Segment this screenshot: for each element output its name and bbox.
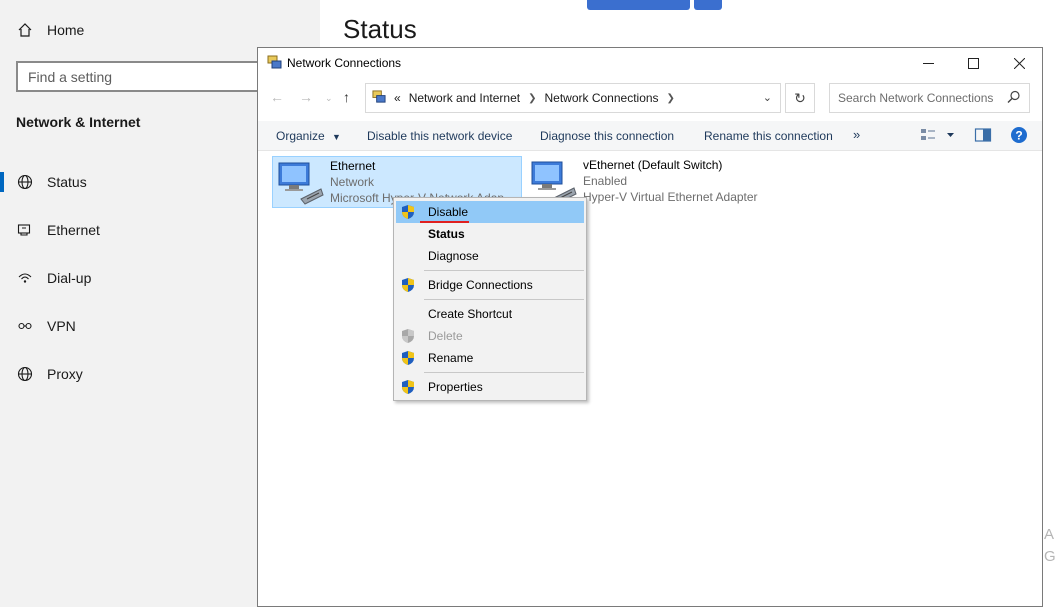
search-icon[interactable] xyxy=(1007,90,1021,107)
chevron-right-icon[interactable]: ❯ xyxy=(528,93,536,104)
menu-separator xyxy=(424,299,584,300)
menu-item-diagnose[interactable]: Diagnose xyxy=(396,245,584,267)
address-box[interactable]: « Network and Internet ❯ Network Connect… xyxy=(365,83,781,113)
rename-connection-button[interactable]: Rename this connection xyxy=(704,129,833,143)
menu-item-bridge-connections[interactable]: Bridge Connections xyxy=(396,274,584,296)
menu-separator xyxy=(424,270,584,271)
nav-item-proxy[interactable]: Proxy xyxy=(0,354,258,394)
home-nav[interactable]: Home xyxy=(16,18,84,42)
connection-status: Network xyxy=(330,175,375,189)
annotation-underline xyxy=(420,221,469,223)
menu-item-label: Disable xyxy=(428,205,469,219)
ethernet-icon xyxy=(16,222,33,239)
disable-device-button[interactable]: Disable this network device xyxy=(367,129,512,143)
menu-item-label: Properties xyxy=(428,380,483,394)
organize-label: Organize xyxy=(276,129,325,143)
uac-shield-icon xyxy=(401,204,415,223)
menu-separator xyxy=(424,372,584,373)
menu-item-label: Delete xyxy=(428,329,463,343)
menu-item-status[interactable]: Status xyxy=(396,223,584,245)
diagnose-connection-button[interactable]: Diagnose this connection xyxy=(540,129,674,143)
context-menu: Disable Status Diagnose Bridge Connectio… xyxy=(393,197,587,401)
home-label: Home xyxy=(47,22,85,38)
top-button-partial-2[interactable] xyxy=(694,0,722,10)
globe-icon xyxy=(16,174,33,191)
search-placeholder: Search Network Connections xyxy=(838,91,994,105)
up-arrow-icon[interactable]: ↑ xyxy=(343,89,350,105)
address-prefix: « xyxy=(394,91,401,105)
menu-item-label: Status xyxy=(428,227,465,241)
connection-status: Enabled xyxy=(583,174,628,188)
chevron-down-icon: ▼ xyxy=(332,132,341,142)
globe-icon xyxy=(16,366,33,383)
edge-letter: A xyxy=(1044,526,1055,543)
connection-name: vEthernet (Default Switch) xyxy=(583,158,723,172)
network-folder-icon xyxy=(372,89,386,107)
menu-item-label: Rename xyxy=(428,351,474,365)
uac-shield-icon xyxy=(401,277,415,296)
vpn-icon xyxy=(16,318,33,335)
command-bar: Organize ▼ Disable this network device D… xyxy=(258,121,1042,151)
nav-item-label: Status xyxy=(47,174,87,190)
uac-shield-icon xyxy=(401,379,415,398)
nav-item-label: Dial-up xyxy=(47,270,92,286)
menu-item-delete: Delete xyxy=(396,325,584,347)
network-connections-window: Network Connections ← → ⌄ ↑ « Network an… xyxy=(257,47,1043,607)
nav-item-status[interactable]: Status xyxy=(0,162,258,202)
chevron-down-icon[interactable]: ⌄ xyxy=(763,91,772,104)
page-title: Status xyxy=(343,14,417,44)
nav-item-ethernet[interactable]: Ethernet xyxy=(0,210,258,250)
nav-item-label: Ethernet xyxy=(47,222,100,238)
maximize-button[interactable] xyxy=(950,48,996,78)
uac-shield-icon xyxy=(401,328,415,347)
edge-letter: G xyxy=(1044,548,1055,565)
address-bar-row: ← → ⌄ ↑ « Network and Internet ❯ Network… xyxy=(258,83,1042,113)
back-arrow-icon[interactable]: ← xyxy=(270,89,284,105)
menu-item-disable[interactable]: Disable xyxy=(396,201,584,223)
dialup-icon xyxy=(16,270,33,287)
menu-item-label: Create Shortcut xyxy=(428,307,513,321)
organize-button[interactable]: Organize ▼ xyxy=(276,129,341,143)
title-bar[interactable]: Network Connections xyxy=(258,48,1042,78)
network-adapter-icon xyxy=(277,159,325,208)
breadcrumb-item[interactable]: Network and Internet xyxy=(409,91,520,105)
forward-arrow-icon[interactable]: → xyxy=(299,89,313,105)
view-options-icon[interactable] xyxy=(920,126,958,147)
menu-item-rename[interactable]: Rename xyxy=(396,347,584,369)
find-setting-placeholder: Find a setting xyxy=(28,68,113,85)
refresh-icon: ↻ xyxy=(794,89,806,106)
svg-text:?: ? xyxy=(1015,129,1022,143)
menu-item-label: Diagnose xyxy=(428,249,479,263)
nav-item-label: VPN xyxy=(47,318,76,334)
find-setting-input[interactable]: Find a setting xyxy=(16,61,276,92)
minimize-button[interactable] xyxy=(905,48,951,78)
more-commands-button[interactable]: » xyxy=(853,127,860,142)
network-folder-icon xyxy=(267,55,282,73)
menu-item-create-shortcut[interactable]: Create Shortcut xyxy=(396,303,584,325)
edge-text: A G xyxy=(1044,524,1055,568)
recent-dropdown-icon[interactable]: ⌄ xyxy=(325,93,333,104)
nav-item-dialup[interactable]: Dial-up xyxy=(0,258,258,298)
nav-item-vpn[interactable]: VPN xyxy=(0,306,258,346)
uac-shield-icon xyxy=(401,350,415,369)
refresh-button[interactable]: ↻ xyxy=(785,83,815,113)
menu-item-label: Bridge Connections xyxy=(428,278,533,292)
preview-pane-icon[interactable] xyxy=(974,126,992,147)
nav-item-label: Proxy xyxy=(47,366,83,382)
section-title: Network & Internet xyxy=(16,114,141,130)
connection-adapter: Hyper-V Virtual Ethernet Adapter xyxy=(583,190,758,204)
window-title: Network Connections xyxy=(287,56,402,70)
help-icon[interactable]: ? xyxy=(1010,126,1028,147)
top-button-partial[interactable] xyxy=(587,0,690,10)
breadcrumb-item[interactable]: Network Connections xyxy=(544,91,658,105)
menu-item-properties[interactable]: Properties xyxy=(396,376,584,398)
search-input[interactable]: Search Network Connections xyxy=(829,83,1030,113)
home-icon xyxy=(16,22,33,39)
chevron-right-icon[interactable]: ❯ xyxy=(667,93,675,104)
close-button[interactable] xyxy=(996,48,1042,78)
connection-name: Ethernet xyxy=(330,159,376,173)
